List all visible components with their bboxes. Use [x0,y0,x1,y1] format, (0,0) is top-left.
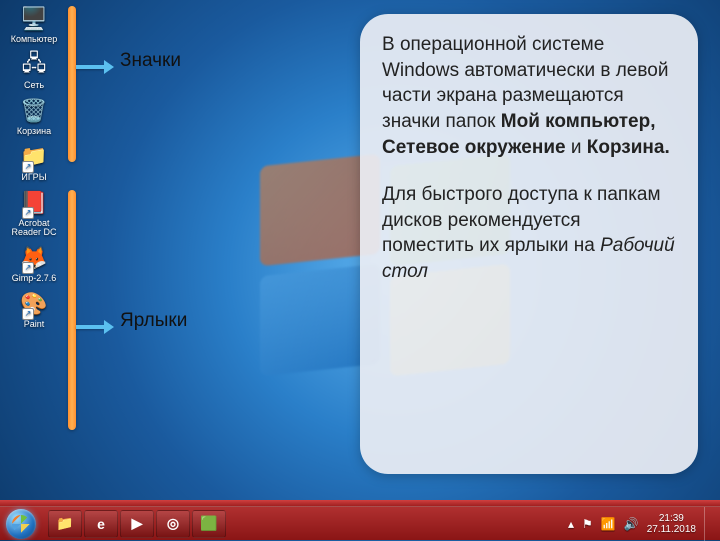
acrobat-icon: 📕 [17,188,51,218]
tray-chevron-icon[interactable]: ▴ [568,517,574,531]
desktop-icon-label: Acrobat Reader DC [6,219,62,237]
ie-icon: e [97,516,105,532]
desktop-icon-label: Сеть [24,81,44,90]
explorer-icon: 📁 [56,515,73,532]
taskbar-item-media[interactable]: ▶ [120,510,154,538]
computer-icon: 🖥️ [17,4,51,34]
network-icon: 🖧 [17,50,51,80]
desktop-icon-games[interactable]: 📁ИГРЫ [6,142,62,182]
taskbar-item-explorer[interactable]: 📁 [48,510,82,538]
desktop-icon-label: Paint [24,320,45,329]
desktop-icon-column: 🖥️Компьютер 🖧Сеть 🗑️Корзина 📁ИГРЫ 📕Acrobat R… [6,4,62,329]
clock-time: 21:39 [647,513,696,524]
callout-p1: В операционной системе Windows автоматич… [382,32,676,160]
taskbar-item-app2[interactable]: 🟩 [192,510,226,538]
show-desktop-button[interactable] [704,507,714,541]
clock-date: 27.11.2018 [647,524,696,535]
desktop-icon-computer[interactable]: 🖥️Компьютер [6,4,62,44]
taskbar-pinned-group: 📁 e ▶ ◎ 🟩 [48,510,226,538]
label-icons: Значки [120,50,181,72]
media-icon: ▶ [132,515,143,532]
callout-p2: Для быстрого доступа к папкам дисков рек… [382,182,676,285]
desktop-icon-label: ИГРЫ [21,173,46,182]
paint-icon: 🎨 [17,289,51,319]
info-callout: В операционной системе Windows автоматич… [360,14,698,474]
taskbar: 📁 e ▶ ◎ 🟩 ▴ ⚑ 📶 🔊 21:39 27.11.2018 [0,506,720,540]
taskbar-item-app1[interactable]: ◎ [156,510,190,538]
label-shortcuts: Ярлыки [120,310,187,332]
app2-icon: 🟩 [200,515,217,532]
desktop-icon-acrobat[interactable]: 📕Acrobat Reader DC [6,188,62,237]
desktop-icon-label: Gimp-2.7.6 [12,274,57,283]
network-icon[interactable]: 📶 [601,517,616,531]
arrow-shortcuts [76,320,114,334]
bracket-shortcuts [68,190,76,430]
arrow-icons [76,60,114,74]
desktop-icon-network[interactable]: 🖧Сеть [6,50,62,90]
recycle-icon: 🗑️ [17,96,51,126]
gimp-icon: 🦊 [17,243,51,273]
system-tray: ▴ ⚑ 📶 🔊 21:39 27.11.2018 [568,507,720,541]
start-button[interactable] [0,507,42,541]
desktop-icon-recycle[interactable]: 🗑️Корзина [6,96,62,136]
bracket-icons [68,6,76,162]
desktop-icon-paint[interactable]: 🎨Paint [6,289,62,329]
volume-icon[interactable]: 🔊 [624,517,639,531]
desktop-icon-label: Корзина [17,127,51,136]
taskbar-clock[interactable]: 21:39 27.11.2018 [647,513,696,535]
action-center-icon[interactable]: ⚑ [582,517,593,531]
desktop-icon-label: Компьютер [11,35,58,44]
desktop-icon-gimp[interactable]: 🦊Gimp-2.7.6 [6,243,62,283]
taskbar-item-ie[interactable]: e [84,510,118,538]
app1-icon: ◎ [167,515,179,532]
games-icon: 📁 [17,142,51,172]
windows-orb-icon [6,509,36,539]
